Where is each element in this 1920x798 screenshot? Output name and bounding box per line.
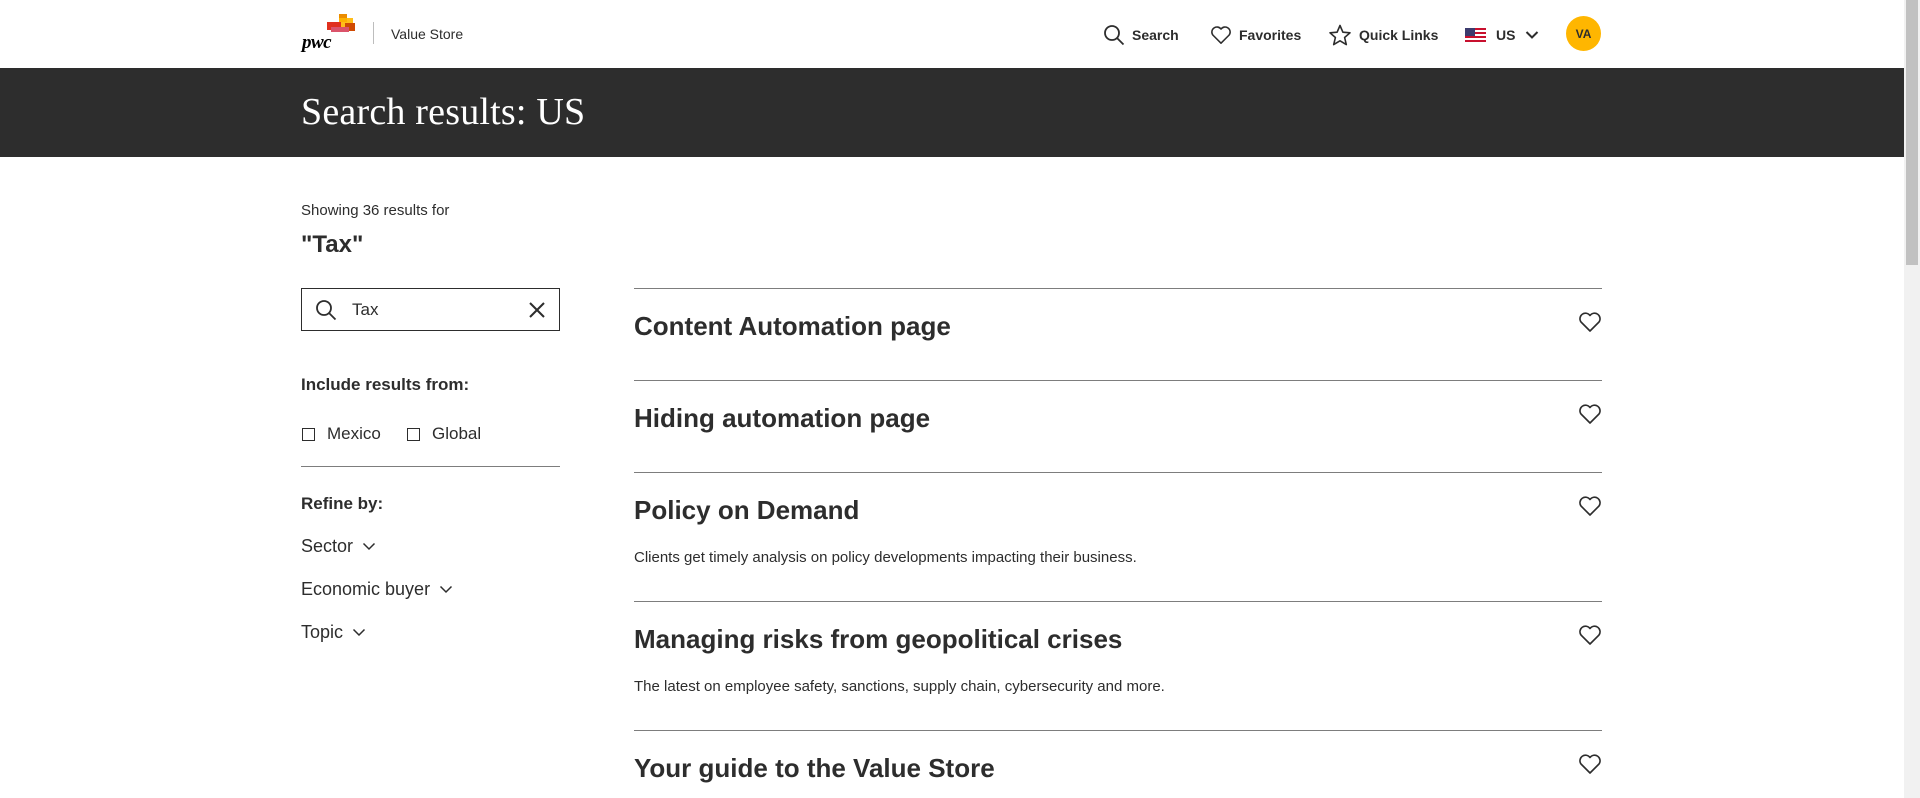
- heart-icon[interactable]: [1578, 403, 1602, 425]
- result-item: Content Automation page: [634, 288, 1602, 380]
- nav-search-label: Search: [1132, 27, 1179, 43]
- refine-by-label: Refine by:: [301, 494, 384, 513]
- pwc-logo[interactable]: pwc: [301, 14, 357, 54]
- checkbox-label: Global: [432, 424, 482, 443]
- search-icon: [316, 300, 337, 321]
- include-results-label: Include results from:: [301, 375, 470, 394]
- nav-favorites[interactable]: Favorites: [1210, 22, 1301, 48]
- heart-icon[interactable]: [1578, 495, 1602, 517]
- locale-label: US: [1496, 27, 1516, 43]
- checkbox-label: Mexico: [327, 424, 381, 443]
- filter-label: Sector: [301, 536, 354, 556]
- checkbox-mexico[interactable]: Mexico: [302, 424, 381, 444]
- heart-icon[interactable]: [1578, 624, 1602, 646]
- heart-icon[interactable]: [1578, 753, 1602, 775]
- nav-quick-links[interactable]: Quick Links: [1328, 22, 1438, 48]
- user-avatar[interactable]: VA: [1566, 16, 1601, 51]
- checkbox-box[interactable]: [302, 427, 315, 441]
- filter-topic[interactable]: Topic: [301, 622, 366, 643]
- search-query: "Tax": [301, 231, 364, 258]
- result-description: Clients get timely analysis on policy de…: [634, 549, 1137, 566]
- filter-label: Economic buyer: [301, 579, 431, 599]
- filter-sector[interactable]: Sector: [301, 536, 376, 557]
- result-title[interactable]: Managing risks from geopolitical crises: [634, 624, 1122, 655]
- nav-quick-links-label: Quick Links: [1359, 27, 1439, 43]
- checkbox-global[interactable]: Global: [407, 424, 481, 444]
- result-item: Policy on Demand Clients get timely anal…: [634, 472, 1602, 601]
- heart-icon: [1211, 26, 1231, 44]
- checkbox-box[interactable]: [407, 427, 420, 441]
- filter-economic-buyer[interactable]: Economic buyer: [301, 579, 453, 600]
- brand-name[interactable]: Value Store: [391, 26, 463, 42]
- result-item: Managing risks from geopolitical crises …: [634, 601, 1602, 730]
- result-title[interactable]: Policy on Demand: [634, 495, 859, 526]
- us-flag-icon: [1465, 28, 1486, 42]
- chevron-down-icon: [1526, 31, 1539, 39]
- heart-icon[interactable]: [1578, 311, 1602, 333]
- logo-block: [331, 27, 349, 32]
- nav-favorites-label: Favorites: [1239, 27, 1302, 43]
- page-banner: Search results: US: [0, 68, 1904, 157]
- result-item: Hiding automation page: [634, 380, 1602, 472]
- nav-search[interactable]: Search: [1103, 22, 1179, 48]
- brand-divider: [373, 22, 374, 44]
- result-description: The latest on employee safety, sanctions…: [634, 678, 1165, 695]
- close-icon[interactable]: [527, 300, 547, 320]
- filter-label: Topic: [301, 622, 344, 642]
- scrollbar-thumb[interactable]: [1906, 0, 1918, 265]
- chevron-down-icon: [353, 628, 366, 637]
- results-count: Showing 36 results for: [301, 202, 450, 219]
- locale-selector[interactable]: US: [1465, 22, 1546, 48]
- chevron-down-icon: [440, 585, 453, 594]
- search-icon: [1104, 25, 1125, 46]
- result-title[interactable]: Your guide to the Value Store: [634, 753, 995, 784]
- top-header: pwc Value Store Search Favorites Quick L…: [0, 0, 1904, 68]
- star-icon: [1329, 24, 1351, 45]
- chevron-down-icon: [363, 542, 376, 551]
- page-title: Search results: US: [301, 91, 586, 133]
- result-title[interactable]: Content Automation page: [634, 311, 951, 342]
- result-item: Your guide to the Value Store: [634, 730, 1602, 798]
- search-box: [301, 288, 560, 331]
- result-title[interactable]: Hiding automation page: [634, 403, 930, 434]
- logo-wordmark: pwc: [302, 32, 332, 53]
- search-input[interactable]: [352, 297, 522, 323]
- sidebar-divider: [301, 466, 560, 467]
